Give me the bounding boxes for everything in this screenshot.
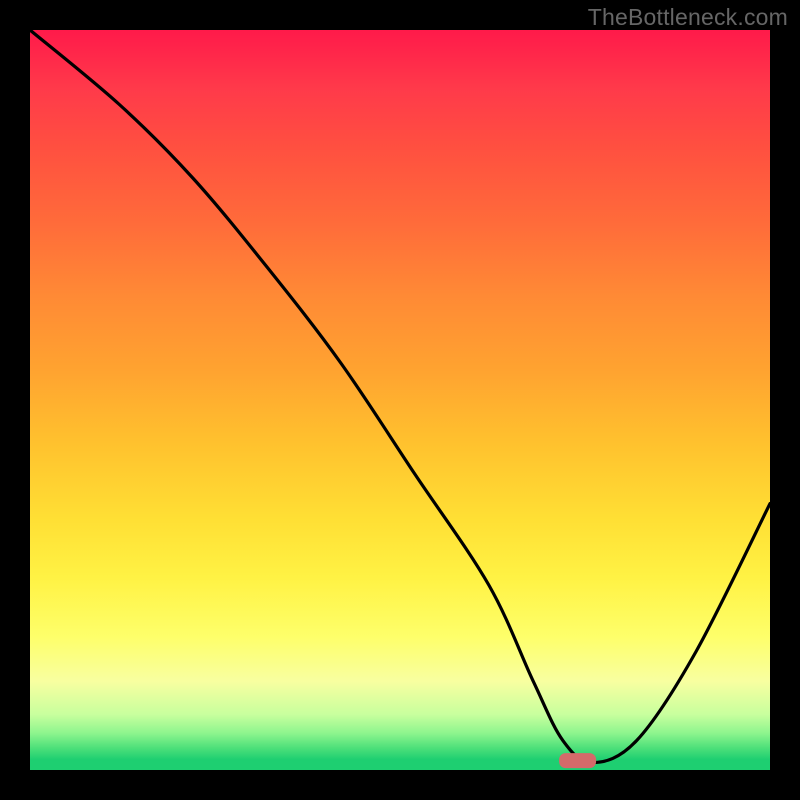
- chart-frame: TheBottleneck.com: [0, 0, 800, 800]
- bottleneck-curve: [30, 30, 770, 763]
- watermark-text: TheBottleneck.com: [588, 4, 788, 31]
- curve-svg: [30, 30, 770, 770]
- optimum-marker: [560, 754, 596, 768]
- plot-area: [30, 30, 770, 770]
